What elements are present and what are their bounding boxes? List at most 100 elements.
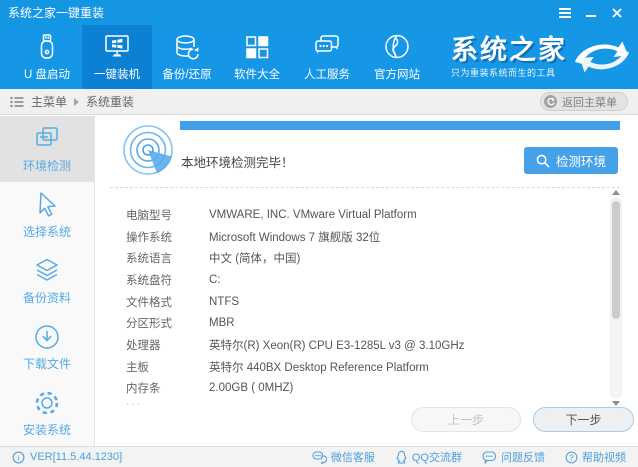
- nav-item-support[interactable]: 人工服务: [292, 25, 362, 89]
- step-sidebar: 环境检测 选择系统 备份资料 下载文件 安装系统: [0, 116, 95, 446]
- nav-item-label: 一键装机: [94, 68, 140, 81]
- footer-link-label: 问题反馈: [501, 452, 545, 464]
- info-value: NTFS: [209, 295, 240, 308]
- brand: 系统之家 只为重装系统而生的工具: [451, 25, 632, 89]
- list-icon: [10, 96, 24, 108]
- breadcrumb-root[interactable]: 主菜单: [31, 93, 67, 110]
- sidebar-item-env-check[interactable]: 环境检测: [0, 116, 94, 182]
- nav-item-label: 软件大全: [234, 68, 280, 81]
- nav-item-label: 官方网站: [374, 68, 420, 81]
- info-row-file-format: 文件格式 NTFS: [126, 291, 602, 313]
- info-value: C:: [209, 273, 221, 286]
- nav-item-label: 备份/还原: [162, 68, 212, 81]
- scrollbar-track[interactable]: [610, 198, 622, 398]
- info-row-computer-model: 电脑型号 VMWARE, INC. VMware Virtual Platfor…: [126, 204, 602, 226]
- footer-link-label: 微信客服: [330, 452, 375, 464]
- progress-bar: [180, 121, 620, 130]
- window-controls: [552, 0, 630, 25]
- wechat-support-link[interactable]: 微信客服: [312, 449, 375, 465]
- help-circle-icon: ?: [565, 451, 578, 464]
- info-row-system-drive: 系统盘符 C:: [126, 269, 602, 291]
- search-icon: [536, 154, 550, 168]
- sidebar-item-label: 备份资料: [22, 290, 71, 305]
- scrollbar-thumb[interactable]: [612, 201, 620, 319]
- info-label: 处理器: [126, 339, 161, 352]
- dashed-separator: [110, 187, 620, 188]
- monitor-windows-icon: [101, 33, 133, 63]
- download-circle-icon: [32, 323, 62, 351]
- return-arrow-icon: [544, 95, 557, 108]
- next-step-button[interactable]: 下一步: [533, 407, 634, 432]
- layers-icon: [32, 257, 62, 285]
- info-value: Microsoft Windows 7 旗舰版 32位: [209, 231, 381, 244]
- window-title: 系统之家一键重装: [8, 6, 105, 20]
- minimize-icon[interactable]: [578, 0, 604, 25]
- info-row-language: 系统语言 中文 (简体，中国): [126, 247, 602, 269]
- brand-name: 系统之家: [451, 34, 567, 65]
- help-videos-link[interactable]: ? 帮助视频: [565, 449, 626, 465]
- qq-group-link[interactable]: QQ交流群: [395, 449, 462, 465]
- sidebar-item-backup-data[interactable]: 备份资料: [0, 248, 94, 314]
- feedback-link[interactable]: 问题反馈: [482, 449, 545, 465]
- wechat-icon: [312, 450, 327, 464]
- info-label: 内存条: [126, 383, 161, 396]
- info-label: 分区形式: [126, 318, 172, 331]
- swoosh-logo-icon: [572, 38, 632, 76]
- nav-item-usb-boot[interactable]: U 盘启动: [12, 25, 82, 89]
- version-info: i VER[11.5.44.1230]: [12, 451, 312, 464]
- back-to-main-menu-button[interactable]: 返回主菜单: [540, 92, 628, 111]
- qq-icon: [395, 450, 408, 464]
- breadcrumb-current: 系统重装: [86, 95, 135, 109]
- scrollbar: [610, 190, 622, 406]
- progress-fill: [180, 121, 620, 130]
- usb-drive-icon: [31, 33, 63, 63]
- sidebar-item-download-files[interactable]: 下载文件: [0, 314, 94, 380]
- sidebar-item-select-system[interactable]: 选择系统: [0, 182, 94, 248]
- cursor-icon: [32, 191, 62, 219]
- nav-item-one-click-install[interactable]: 一键装机: [82, 25, 152, 89]
- footer-link-label: QQ交流群: [411, 452, 462, 464]
- scroll-down-icon[interactable]: [612, 401, 620, 406]
- chat-bubbles-icon: [311, 33, 343, 63]
- nav-item-label: U 盘启动: [24, 68, 70, 81]
- menu-icon[interactable]: [552, 0, 578, 25]
- info-row-memory: 内存条 2.00GB ( 0MHZ): [126, 378, 602, 400]
- info-value: 2.00GB ( 0MHZ): [209, 382, 294, 395]
- caret-right-icon: [74, 97, 80, 106]
- info-row-motherboard: 主板 英特尔 440BX Desktop Reference Platform: [126, 356, 602, 378]
- feedback-bubble-icon: [482, 450, 497, 464]
- info-label: 系统语言: [126, 253, 172, 266]
- nav-item-software[interactable]: 软件大全: [222, 25, 292, 89]
- svg-text:?: ?: [569, 453, 574, 462]
- nav-item-backup-restore[interactable]: 备份/还原: [152, 25, 222, 89]
- info-value: 英特尔 440BX Desktop Reference Platform: [209, 361, 429, 374]
- info-row-cpu: 处理器 英特尔(R) Xeon(R) CPU E3-1285L v3 @ 3.1…: [126, 334, 602, 356]
- main-panel: 本地环境检测完毕！ 检测环境 电脑型号 VMWARE, INC. VMware …: [96, 116, 638, 446]
- detect-environment-button[interactable]: 检测环境: [524, 147, 618, 174]
- sidebar-item-label: 选择系统: [22, 224, 71, 239]
- detection-status-text: 本地环境检测完毕！: [181, 156, 294, 170]
- titlebar: 系统之家一键重装: [0, 0, 638, 25]
- nav-item-website[interactable]: 官方网站: [362, 25, 432, 89]
- info-value: VMWARE, INC. VMware Virtual Platform: [209, 208, 417, 221]
- clipped-row: ···: [126, 399, 142, 406]
- previous-step-button[interactable]: 上一步: [411, 407, 521, 432]
- info-label: 系统盘符: [126, 274, 172, 287]
- app-window: 系统之家一键重装 U 盘启动 一键装机 备份/还原 软件大全 人工服务 官方网站…: [0, 0, 638, 467]
- info-row-os: 操作系统 Microsoft Windows 7 旗舰版 32位: [126, 226, 602, 248]
- close-icon[interactable]: [604, 0, 630, 25]
- info-value: MBR: [209, 317, 235, 330]
- brand-tagline: 只为重装系统而生的工具: [451, 67, 556, 78]
- footer-link-label: 帮助视频: [582, 452, 626, 464]
- info-value: 英特尔(R) Xeon(R) CPU E3-1285L v3 @ 3.10GHz: [209, 339, 465, 352]
- info-label: 操作系统: [126, 231, 172, 244]
- info-label: 主板: [126, 361, 149, 374]
- sidebar-item-label: 下载文件: [22, 356, 71, 371]
- info-circle-icon: i: [12, 451, 25, 464]
- sidebar-item-install-system[interactable]: 安装系统: [0, 380, 94, 446]
- info-value: 中文 (简体，中国): [209, 253, 301, 266]
- info-label: 电脑型号: [126, 209, 172, 222]
- scroll-up-icon[interactable]: [612, 190, 620, 195]
- system-info-list: 电脑型号 VMWARE, INC. VMware Virtual Platfor…: [126, 204, 602, 405]
- back-button-label: 返回主菜单: [562, 96, 617, 109]
